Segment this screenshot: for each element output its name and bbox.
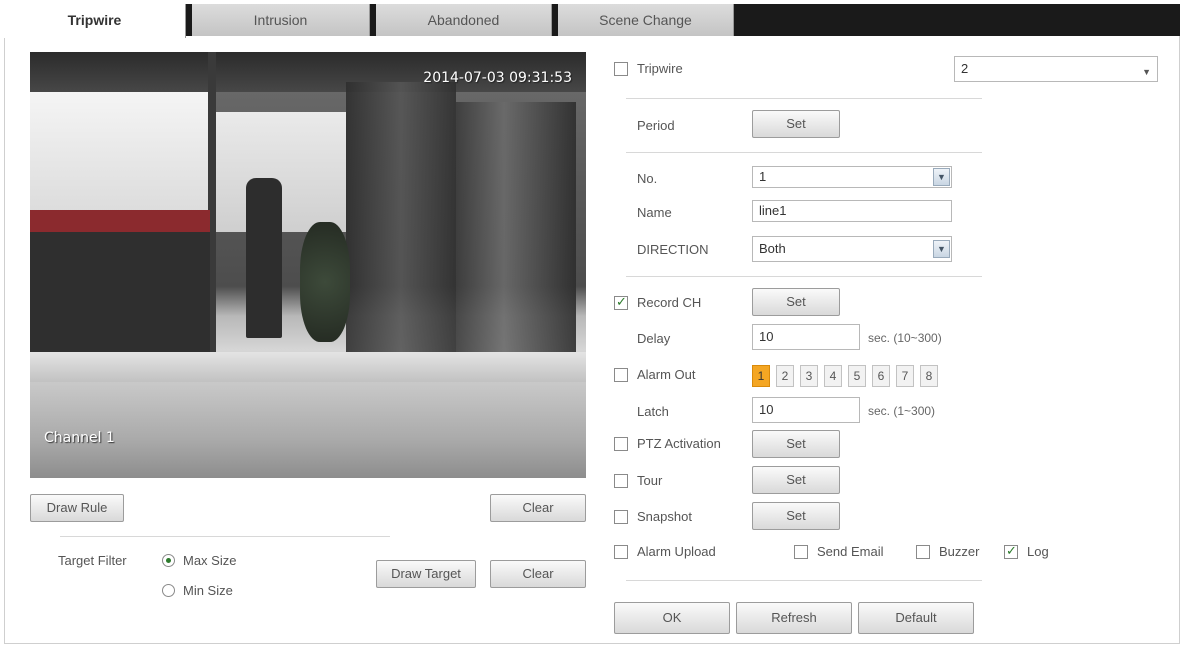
direction-value: Both	[759, 241, 786, 256]
video-scene-glass-door	[346, 82, 456, 352]
chevron-down-icon: ▼	[933, 168, 950, 186]
clear-rule-button[interactable]: Clear	[490, 494, 586, 522]
alarm-out-checkbox[interactable]	[614, 368, 628, 382]
alarm-out-channel-1[interactable]: 1	[752, 365, 770, 387]
draw-rule-button[interactable]: Draw Rule	[30, 494, 124, 522]
divider	[626, 276, 982, 277]
record-ch-set-button[interactable]: Set	[752, 288, 840, 316]
tripwire-channel-select[interactable]: 2 ▼	[954, 56, 1158, 82]
period-set-button[interactable]: Set	[752, 110, 840, 138]
divider	[626, 98, 982, 99]
tripwire-checkbox[interactable]	[614, 62, 628, 76]
tab-scene-change[interactable]: Scene Change	[558, 4, 734, 36]
divider	[60, 536, 390, 537]
no-value: 1	[759, 169, 767, 184]
latch-unit: sec. (1~300)	[868, 404, 936, 418]
tour-set-button[interactable]: Set	[752, 466, 840, 494]
video-preview[interactable]: 2014-07-03 09:31:53 Channel 1	[30, 52, 586, 478]
video-scene-red-counter	[30, 210, 210, 232]
alarm-out-channel-8[interactable]: 8	[920, 365, 938, 387]
divider	[626, 152, 982, 153]
delay-unit: sec. (10~300)	[868, 331, 942, 345]
min-size-radio[interactable]	[162, 584, 175, 597]
alarm-out-label: Alarm Out	[637, 367, 696, 382]
chevron-down-icon: ▼	[1142, 67, 1151, 77]
name-label: Name	[637, 205, 672, 220]
draw-target-button[interactable]: Draw Target	[376, 560, 476, 588]
video-scene-window	[30, 92, 210, 222]
tab-intrusion[interactable]: Intrusion	[192, 4, 370, 36]
buzzer-label: Buzzer	[939, 544, 980, 559]
refresh-button[interactable]: Refresh	[736, 602, 852, 634]
log-checkbox[interactable]	[1004, 543, 1018, 559]
tab-abandoned[interactable]: Abandoned	[376, 4, 552, 36]
snapshot-checkbox[interactable]	[614, 510, 628, 524]
ptz-activation-label: PTZ Activation	[637, 436, 721, 451]
video-scene-rail	[30, 352, 586, 386]
alarm-out-channel-6[interactable]: 6	[872, 365, 890, 387]
tab-tripwire[interactable]: Tripwire	[4, 4, 186, 38]
default-button[interactable]: Default	[858, 602, 974, 634]
alarm-upload-label: Alarm Upload	[637, 544, 716, 559]
alarm-out-channel-2[interactable]: 2	[776, 365, 794, 387]
ptz-activation-set-button[interactable]: Set	[752, 430, 840, 458]
video-scene-person	[246, 178, 282, 338]
video-scene-dark-wall	[30, 232, 210, 352]
tour-label: Tour	[637, 473, 663, 488]
target-filter-label: Target Filter	[58, 553, 127, 568]
video-scene-glass-door-2	[456, 102, 576, 352]
max-size-radio[interactable]	[162, 554, 175, 567]
name-input[interactable]: line1	[752, 200, 952, 222]
video-timestamp: 2014-07-03 09:31:53	[423, 70, 572, 86]
direction-select[interactable]: Both ▼	[752, 236, 952, 262]
delay-label: Delay	[637, 331, 671, 346]
alarm-out-channel-4[interactable]: 4	[824, 365, 842, 387]
tour-checkbox[interactable]	[614, 474, 628, 488]
snapshot-set-button[interactable]: Set	[752, 502, 840, 530]
max-size-label: Max Size	[183, 553, 237, 568]
min-size-label: Min Size	[183, 583, 233, 598]
direction-label: DIRECTION	[637, 242, 709, 257]
alarm-out-channel-3[interactable]: 3	[800, 365, 818, 387]
send-email-checkbox[interactable]	[794, 545, 808, 559]
alarm-out-channel-7[interactable]: 7	[896, 365, 914, 387]
no-label: No.	[637, 171, 658, 186]
clear-target-button[interactable]: Clear	[490, 560, 586, 588]
period-label: Period	[637, 118, 675, 133]
ptz-activation-checkbox[interactable]	[614, 437, 628, 451]
log-label: Log	[1027, 544, 1049, 559]
video-channel-label: Channel 1	[44, 430, 115, 446]
ok-button[interactable]: OK	[614, 602, 730, 634]
snapshot-label: Snapshot	[637, 509, 692, 524]
send-email-label: Send Email	[817, 544, 884, 559]
alarm-out-channel-5[interactable]: 5	[848, 365, 866, 387]
buzzer-checkbox[interactable]	[916, 545, 930, 559]
record-ch-checkbox[interactable]	[614, 294, 628, 310]
latch-label: Latch	[637, 404, 669, 419]
no-select[interactable]: 1 ▼	[752, 166, 952, 188]
tripwire-label: Tripwire	[637, 61, 683, 76]
alarm-upload-checkbox[interactable]	[614, 545, 628, 559]
tripwire-channel-value: 2	[961, 61, 969, 76]
latch-input[interactable]: 10	[752, 397, 860, 423]
divider	[626, 580, 982, 581]
tab-bar: Tripwire Intrusion Abandoned Scene Chang…	[4, 4, 1180, 38]
video-scene-plant	[300, 222, 350, 342]
chevron-down-icon: ▼	[933, 240, 950, 258]
record-ch-label: Record CH	[637, 295, 702, 310]
delay-input[interactable]: 10	[752, 324, 860, 350]
